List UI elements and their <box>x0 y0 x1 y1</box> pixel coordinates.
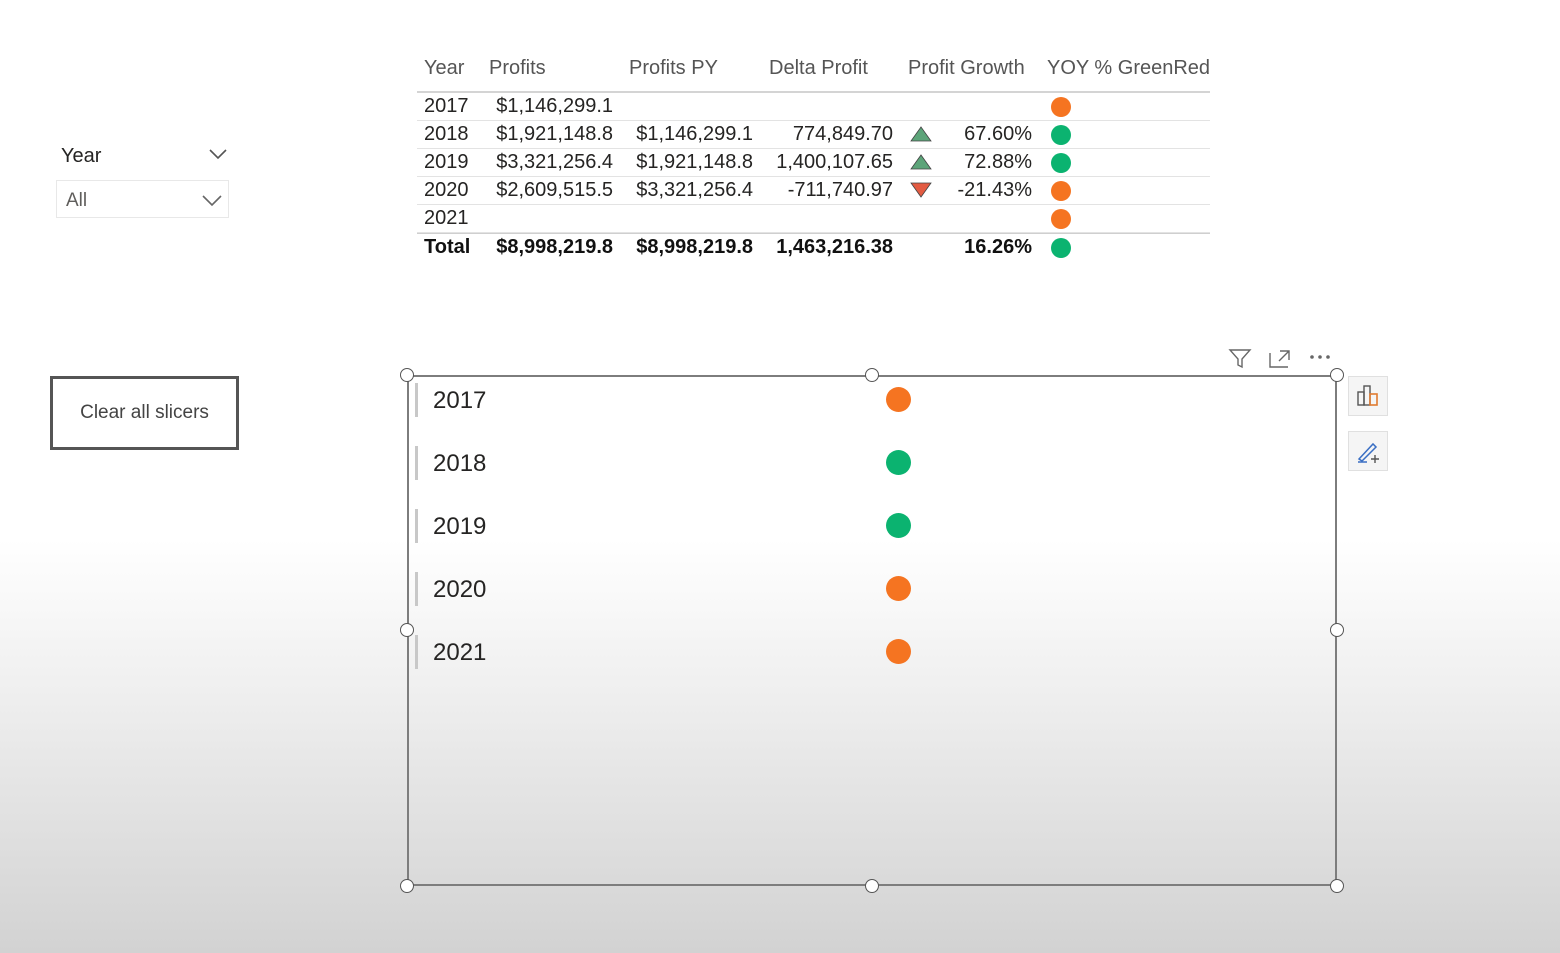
chevron-down-icon <box>201 190 223 217</box>
cell-delta-profit: 1,463,216.38 <box>776 236 893 258</box>
column-header-profits[interactable]: Profits <box>489 57 546 80</box>
column-header-profit-growth[interactable]: Profit Growth <box>908 57 1025 80</box>
orange-status-dot-icon <box>886 387 911 412</box>
profit-table: Year Profits Profits PY Delta Profit Pro… <box>417 50 1210 262</box>
green-status-dot-icon <box>1051 125 1071 145</box>
build-visual-button[interactable] <box>1348 376 1388 416</box>
cell-profits: $3,321,256.4 <box>496 151 613 173</box>
list-item-year: 2020 <box>433 576 487 603</box>
cell-profit-growth: 16.26% <box>964 236 1032 258</box>
list-item-year: 2018 <box>433 450 487 477</box>
resize-handle-bottom-right[interactable] <box>1330 879 1344 893</box>
triangle-up-icon <box>910 126 932 147</box>
orange-status-dot-icon <box>886 576 911 601</box>
list-item-year: 2021 <box>433 639 487 666</box>
table-row[interactable]: 2021 <box>417 205 1210 233</box>
slicer-title: Year <box>61 145 102 167</box>
green-status-dot-icon <box>886 513 911 538</box>
cell-year: 2019 <box>424 151 469 173</box>
cell-profits: $1,146,299.1 <box>496 95 613 117</box>
list-item[interactable]: 2020 <box>407 569 927 609</box>
cell-profit-growth: -21.43% <box>957 179 1033 201</box>
cell-profit-growth: 67.60% <box>964 123 1032 145</box>
cell-delta-profit: 774,849.70 <box>792 123 893 145</box>
build-visual-icon <box>1357 385 1378 406</box>
orange-status-dot-icon <box>1051 181 1071 201</box>
column-header-delta-profit[interactable]: Delta Profit <box>769 57 868 80</box>
slicer-selected-value: All <box>66 190 88 211</box>
cell-profit-growth: 72.88% <box>964 151 1032 173</box>
triangle-up-icon <box>910 154 932 175</box>
table-row[interactable]: 2018 $1,921,148.8 $1,146,299.1 774,849.70 67… <box>417 121 1210 149</box>
item-accent-bar <box>415 635 418 669</box>
orange-status-dot-icon <box>1051 209 1071 229</box>
column-header-yoy-greenred[interactable]: YOY % GreenRed <box>1047 57 1210 80</box>
table-header: Year Profits Profits PY Delta Profit Pro… <box>417 50 1210 93</box>
column-header-year[interactable]: Year <box>424 57 464 80</box>
list-item[interactable]: 2021 <box>407 632 927 672</box>
green-status-dot-icon <box>886 450 911 475</box>
cell-year: Total <box>424 236 471 258</box>
cell-profits: $2,609,515.5 <box>496 179 613 201</box>
more-options-icon[interactable] <box>1308 346 1334 373</box>
list-item[interactable]: 2019 <box>407 506 927 546</box>
orange-status-dot-icon <box>1051 97 1071 117</box>
orange-status-dot-icon <box>886 639 911 664</box>
resize-handle-bottom-left[interactable] <box>400 879 414 893</box>
resize-handle-top[interactable] <box>865 368 879 382</box>
cell-profits: $8,998,219.8 <box>496 236 613 258</box>
cell-year: 2017 <box>424 95 469 117</box>
item-accent-bar <box>415 509 418 543</box>
cell-profits-py: $1,146,299.1 <box>636 123 753 145</box>
table-row[interactable]: 2020 $2,609,515.5 $3,321,256.4 -711,740.97 -… <box>417 177 1210 205</box>
resize-handle-bottom[interactable] <box>865 879 879 893</box>
resize-handle-top-right[interactable] <box>1330 368 1344 382</box>
cell-profits: $1,921,148.8 <box>496 123 613 145</box>
cell-delta-profit: -711,740.97 <box>787 179 893 201</box>
clear-button-label: Clear all slicers <box>80 402 209 423</box>
column-header-profits-py[interactable]: Profits PY <box>629 57 718 80</box>
list-item[interactable]: 2018 <box>407 443 927 483</box>
cell-profits-py: $8,998,219.8 <box>636 236 753 258</box>
green-status-dot-icon <box>1051 238 1071 258</box>
format-visual-button[interactable] <box>1348 431 1388 471</box>
format-visual-icon <box>1357 442 1379 463</box>
focus-mode-icon[interactable] <box>1268 348 1292 375</box>
cell-delta-profit: 1,400,107.65 <box>776 151 893 173</box>
clear-all-slicers-button[interactable]: Clear all slicers <box>50 376 239 450</box>
cell-year: 2021 <box>424 207 469 229</box>
year-slicer-header: Year <box>61 143 231 169</box>
item-accent-bar <box>415 572 418 606</box>
table-row[interactable]: 2019 $3,321,256.4 $1,921,148.8 1,400,107.65… <box>417 149 1210 177</box>
cell-profits-py: $1,921,148.8 <box>636 151 753 173</box>
resize-handle-right[interactable] <box>1330 623 1344 637</box>
triangle-down-icon <box>910 182 932 203</box>
list-item-year: 2017 <box>433 387 487 414</box>
cell-profits-py: $3,321,256.4 <box>636 179 753 201</box>
item-accent-bar <box>415 383 418 417</box>
visual-header <box>1225 346 1337 372</box>
table-row[interactable]: 2017 $1,146,299.1 <box>417 93 1210 121</box>
chevron-down-icon[interactable] <box>207 143 229 170</box>
cell-year: 2018 <box>424 123 469 145</box>
resize-handle-top-left[interactable] <box>400 368 414 382</box>
list-item-year: 2019 <box>433 513 487 540</box>
cell-year: 2020 <box>424 179 469 201</box>
item-accent-bar <box>415 446 418 480</box>
year-slicer-dropdown[interactable]: All <box>56 180 229 218</box>
list-item[interactable]: 2017 <box>407 380 927 420</box>
filter-icon[interactable] <box>1228 348 1252 375</box>
resize-handle-left[interactable] <box>400 623 414 637</box>
green-status-dot-icon <box>1051 153 1071 173</box>
table-total-row[interactable]: Total $8,998,219.8 $8,998,219.8 1,463,216.3… <box>417 233 1210 262</box>
